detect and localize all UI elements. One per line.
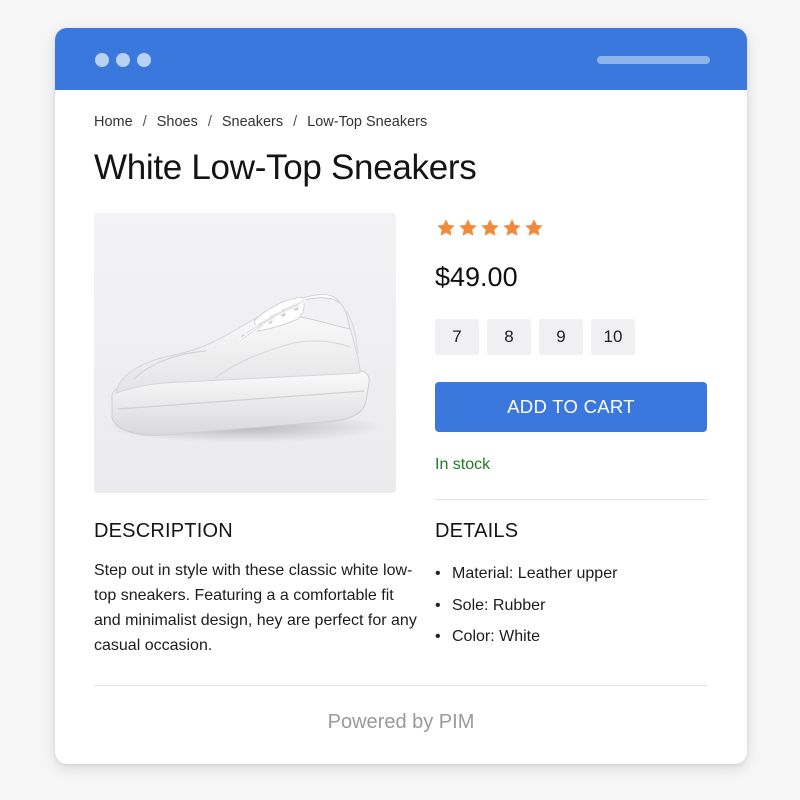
size-option-9[interactable]: 9 bbox=[539, 319, 583, 355]
divider bbox=[435, 499, 707, 500]
size-option-10[interactable]: 10 bbox=[591, 319, 635, 355]
product-image[interactable] bbox=[94, 213, 396, 493]
sneaker-image bbox=[94, 213, 396, 493]
bullet-icon: • bbox=[435, 565, 441, 582]
size-option-7[interactable]: 7 bbox=[435, 319, 479, 355]
bullet-icon: • bbox=[435, 596, 441, 614]
details-item-sole: • Sole: Rubber bbox=[435, 590, 617, 622]
star-icon bbox=[481, 219, 499, 236]
divider bbox=[94, 685, 707, 686]
description-text: Step out in style with these classic whi… bbox=[94, 562, 417, 654]
details-heading: DETAILS bbox=[435, 520, 519, 542]
size-selector: 7 8 9 10 bbox=[435, 319, 635, 355]
window-control-dot[interactable] bbox=[95, 53, 109, 67]
window-control-dot[interactable] bbox=[116, 53, 130, 67]
rating-stars bbox=[435, 217, 545, 239]
details-item-color: • Color: White bbox=[435, 621, 617, 653]
breadcrumb-sneakers[interactable]: Sneakers bbox=[222, 114, 283, 130]
bullet-icon: • bbox=[435, 628, 441, 645]
details-item-label: Sole: Rubber bbox=[452, 596, 546, 614]
details-item-material: • Material: Leather upper bbox=[435, 558, 617, 590]
star-icon bbox=[503, 219, 521, 236]
stock-status: In stock bbox=[435, 456, 491, 473]
breadcrumb-shoes[interactable]: Shoes bbox=[157, 114, 198, 130]
details-item-label: Material: Leather upper bbox=[452, 565, 618, 582]
star-icon bbox=[525, 219, 543, 236]
address-bar[interactable] bbox=[597, 56, 710, 64]
breadcrumb-separator: / bbox=[293, 114, 298, 130]
breadcrumb-separator: / bbox=[207, 114, 212, 130]
breadcrumb-current[interactable]: Low-Top Sneakers bbox=[307, 114, 427, 130]
add-to-cart-button[interactable]: ADD TO CART bbox=[435, 382, 707, 432]
description-heading: DESCRIPTION bbox=[94, 520, 233, 542]
breadcrumb-separator: / bbox=[142, 114, 147, 130]
breadcrumb: Home / Shoes / Sneakers / Low-Top Sneakers bbox=[94, 114, 427, 130]
product-price: $49.00 bbox=[435, 262, 518, 292]
window-control-dot[interactable] bbox=[137, 53, 151, 67]
footer-text: Powered by PIM bbox=[327, 711, 475, 733]
browser-window: Home / Shoes / Sneakers / Low-Top Sneakers Whi… bbox=[55, 28, 747, 764]
star-icon bbox=[459, 219, 477, 236]
title-bar bbox=[55, 28, 747, 90]
breadcrumb-home[interactable]: Home bbox=[94, 114, 133, 130]
page-title: White Low-Top Sneakers bbox=[94, 148, 477, 187]
size-option-8[interactable]: 8 bbox=[487, 319, 531, 355]
details-item-label: Color: White bbox=[452, 628, 541, 645]
details-list: • Material: Leather upper • Sole: Rubber •… bbox=[435, 558, 617, 653]
star-icon bbox=[437, 219, 455, 236]
